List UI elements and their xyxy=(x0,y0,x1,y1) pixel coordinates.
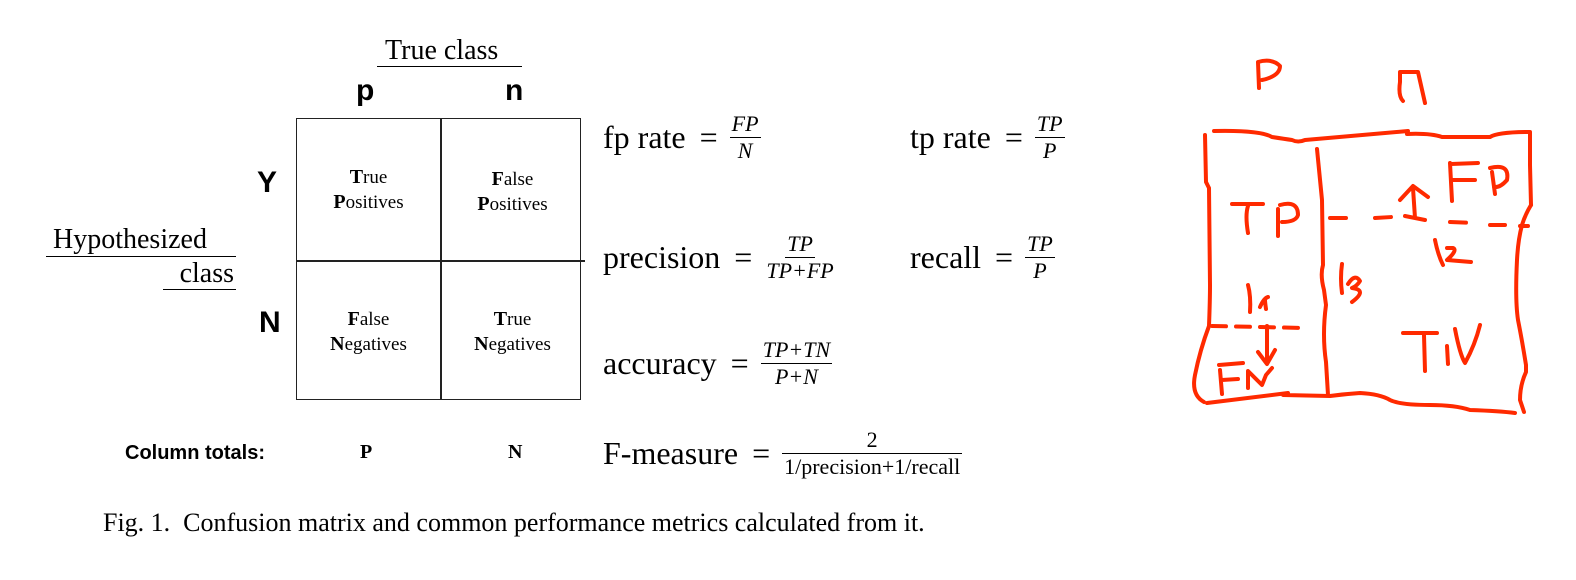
sketch-middle-divider xyxy=(1315,147,1330,397)
sketch-arrow-up xyxy=(1398,184,1430,222)
sketch-text-tn xyxy=(1401,323,1482,373)
sketch-label-l3 xyxy=(1339,262,1362,304)
sketch-text-fp xyxy=(1448,161,1510,203)
sketch-top-border xyxy=(1212,128,1533,207)
sketch-label-p xyxy=(1256,58,1282,90)
sketch-label-l2 xyxy=(1433,238,1473,267)
sketch-threshold-l1-line xyxy=(1210,324,1308,330)
hand-drawn-annotation xyxy=(1192,58,1533,415)
sketch-label-n xyxy=(1397,70,1427,105)
sketch-arrow-down xyxy=(1256,324,1277,366)
sketch-label-l1 xyxy=(1246,283,1270,314)
sketch-threshold-l2-line xyxy=(1328,215,1530,228)
sketch-right-border xyxy=(1514,203,1533,414)
sketch-bottom-border xyxy=(1205,391,1517,415)
sketch-text-fn xyxy=(1217,361,1274,396)
sketch-left-border xyxy=(1192,133,1212,404)
sketch-text-tp xyxy=(1230,201,1300,238)
